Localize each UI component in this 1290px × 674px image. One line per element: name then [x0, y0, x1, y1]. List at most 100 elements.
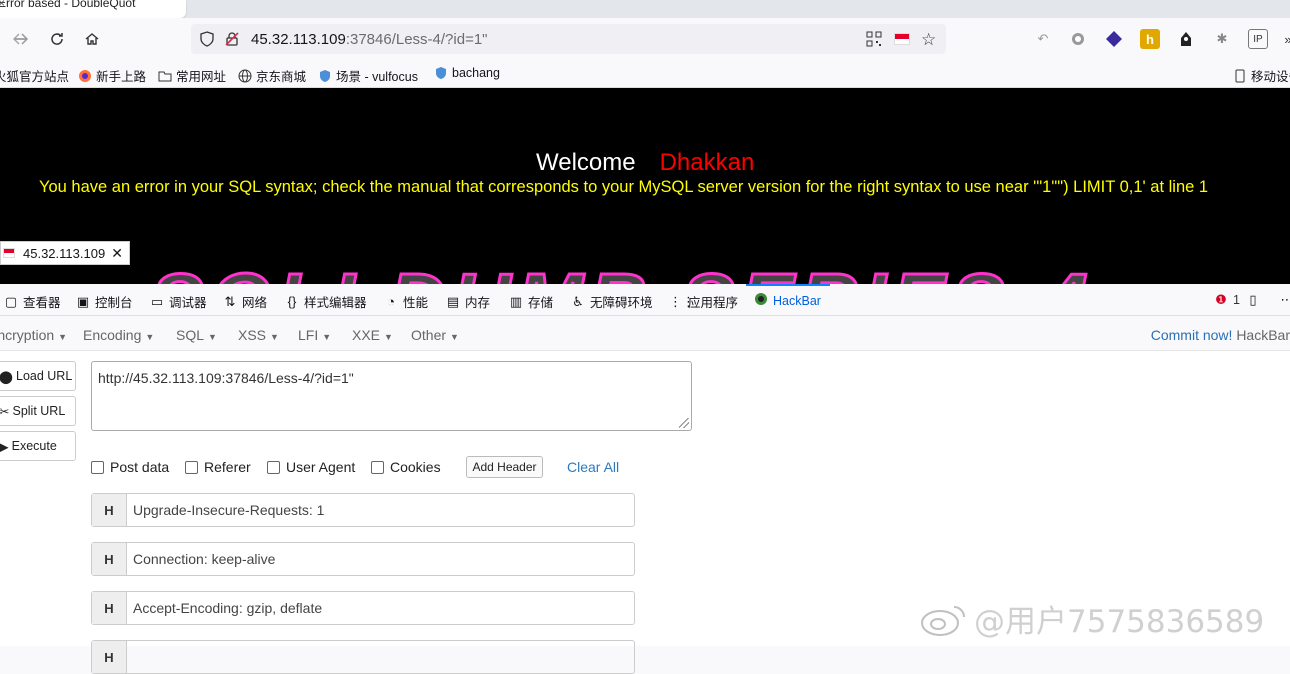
caret-down-icon: ▼: [384, 332, 393, 342]
header-row[interactable]: H Accept-Encoding: gzip, deflate: [91, 591, 635, 625]
tab-label: 查看器: [23, 296, 61, 310]
undo-icon[interactable]: ↶: [1033, 29, 1053, 49]
hacker-extension-icon[interactable]: [1176, 29, 1196, 49]
ip-extension-icon[interactable]: IP: [1248, 29, 1268, 49]
menu-encryption[interactable]: Encryption▼: [0, 327, 67, 343]
shield-icon[interactable]: [199, 31, 215, 52]
home-icon[interactable]: [80, 27, 104, 51]
caret-down-icon: ▼: [322, 332, 332, 342]
tab-label: 样式编辑器: [304, 296, 367, 310]
tab-hackbar[interactable]: HackBar: [754, 292, 821, 309]
menu-encoding[interactable]: Encoding ▼: [83, 327, 154, 343]
load-url-button[interactable]: ⬤ Load URL: [0, 361, 76, 391]
bookmark-item[interactable]: 新手上路: [78, 66, 146, 85]
overflow-menu-icon[interactable]: »: [1278, 29, 1290, 49]
tab-inspector[interactable]: ▢ 查看器: [4, 292, 61, 311]
url-text: 45.32.113.109:37846/Less-4/?id=1": [251, 31, 488, 48]
option-label: Cookies: [390, 459, 441, 475]
header-row[interactable]: H: [91, 640, 635, 674]
execute-button[interactable]: ▶ Execute: [0, 431, 76, 461]
commit-link[interactable]: Commit now!: [1151, 327, 1233, 343]
error-count-badge[interactable]: ❶1: [1214, 292, 1240, 308]
flag-icon: [3, 248, 15, 258]
menu-sql[interactable]: SQL ▼: [176, 327, 217, 343]
more-button[interactable]: ⋯: [1280, 292, 1290, 308]
bookmark-star-icon[interactable]: ☆: [921, 30, 936, 50]
dock-button[interactable]: ▯: [1246, 292, 1260, 308]
bookmark-item[interactable]: 京东商城: [238, 66, 306, 85]
error-count: 1: [1233, 293, 1240, 307]
network-icon: ⇅: [224, 293, 236, 309]
header-value[interactable]: Upgrade-Insecure-Requests: 1: [127, 494, 324, 526]
tab-console[interactable]: ▣ 控制台: [76, 292, 133, 311]
address-bar[interactable]: 45.32.113.109:37846/Less-4/?id=1" ☆: [191, 24, 946, 54]
sql-error-message: You have an error in your SQL syntax; ch…: [39, 178, 1209, 196]
forward-arrow-icon[interactable]: [9, 27, 33, 51]
tab-application[interactable]: ⋮⋮ 应用程序: [669, 292, 738, 311]
series-banner: SQLI DUMB SERIES-4: [149, 256, 1094, 285]
insecure-lock-icon[interactable]: [224, 31, 240, 52]
bookmark-item[interactable]: 常用网址: [158, 66, 226, 85]
welcome-name: Dhakkan: [659, 149, 755, 176]
welcome-text: Welcome: [536, 149, 636, 176]
tab-label: 无障碍环境: [590, 296, 653, 310]
option-label: Referer: [204, 459, 251, 475]
tab-style-editor[interactable]: {} 样式编辑器: [285, 292, 367, 311]
resize-grip-icon[interactable]: [679, 418, 689, 428]
header-value[interactable]: Connection: keep-alive: [127, 543, 275, 575]
caret-down-icon: ▼: [208, 332, 217, 342]
tab-storage[interactable]: ▥ 存储: [509, 292, 553, 311]
post-data-checkbox[interactable]: Post data: [91, 459, 169, 475]
firefox-icon: [78, 69, 92, 83]
navigation-bar: 45.32.113.109:37846/Less-4/?id=1" ☆ ↶ h …: [0, 18, 1290, 60]
tab-network[interactable]: ⇅ 网络: [223, 292, 267, 311]
menu-xss[interactable]: XSS ▼: [238, 327, 279, 343]
gauge-icon: ◔: [387, 294, 395, 309]
inspector-icon: ▢: [4, 293, 18, 309]
wappalyzer-icon[interactable]: h: [1140, 29, 1160, 49]
qr-code-icon[interactable]: [866, 31, 882, 52]
caret-down-icon: ▼: [58, 332, 68, 342]
bookmark-label: 京东商城: [256, 70, 307, 84]
circle-extension-icon[interactable]: [1068, 29, 1088, 49]
flag-icon[interactable]: [894, 33, 910, 45]
header-key: H: [92, 543, 127, 575]
tab-memory[interactable]: ▤ 内存: [446, 292, 490, 311]
header-value[interactable]: Accept-Encoding: gzip, deflate: [127, 592, 322, 624]
puzzle-icon[interactable]: ✱: [1212, 29, 1232, 49]
menu-xxe[interactable]: XXE ▼: [352, 327, 393, 343]
tab-accessibility[interactable]: ♿ 无障碍环境: [571, 292, 653, 311]
user-agent-checkbox[interactable]: User Agent: [267, 459, 355, 475]
tab-strip: Error based - DoubleQuot ×: [0, 0, 1290, 18]
tab-debugger[interactable]: ▭ 调试器: [150, 292, 207, 311]
menu-other[interactable]: Other ▼: [411, 327, 459, 343]
menu-label: Encryption: [0, 327, 55, 343]
browser-tab[interactable]: Error based - DoubleQuot ×: [0, 0, 186, 18]
url-textarea[interactable]: http://45.32.113.109:37846/Less-4/?id=1": [91, 361, 692, 431]
error-icon: ❶: [1215, 292, 1227, 307]
bookmark-item[interactable]: 场景 - vulfocus: [318, 66, 418, 85]
bookmark-label: 常用网址: [176, 70, 227, 84]
cube-extension-icon[interactable]: [1104, 29, 1124, 49]
close-icon[interactable]: ✕: [111, 245, 123, 262]
weibo-logo-icon: [921, 605, 965, 636]
header-row[interactable]: H Upgrade-Insecure-Requests: 1: [91, 493, 635, 527]
checkbox-icon: [185, 460, 198, 474]
tab-performance[interactable]: ◔ 性能: [384, 292, 428, 311]
mobile-bookmarks[interactable]: 移动设备: [1233, 66, 1290, 85]
clear-all-link[interactable]: Clear All: [567, 459, 619, 475]
menu-lfi[interactable]: LFI ▼: [298, 327, 331, 343]
split-url-button[interactable]: ✂ Split URL: [0, 396, 76, 426]
load-icon: ⬤: [0, 369, 13, 384]
grid-icon: ⋮⋮: [669, 293, 695, 309]
bookmark-item[interactable]: bachang: [434, 66, 500, 80]
bookmark-item[interactable]: 火狐官方站点: [0, 66, 69, 85]
tab-close-icon[interactable]: ×: [0, 0, 180, 10]
checkbox-icon: [267, 460, 280, 474]
header-row[interactable]: H Connection: keep-alive: [91, 542, 635, 576]
referer-checkbox[interactable]: Referer: [185, 459, 251, 475]
accessibility-icon: ♿: [572, 293, 584, 309]
cookies-checkbox[interactable]: Cookies: [371, 459, 441, 475]
reload-icon[interactable]: [45, 27, 69, 51]
add-header-button[interactable]: Add Header: [466, 456, 543, 478]
